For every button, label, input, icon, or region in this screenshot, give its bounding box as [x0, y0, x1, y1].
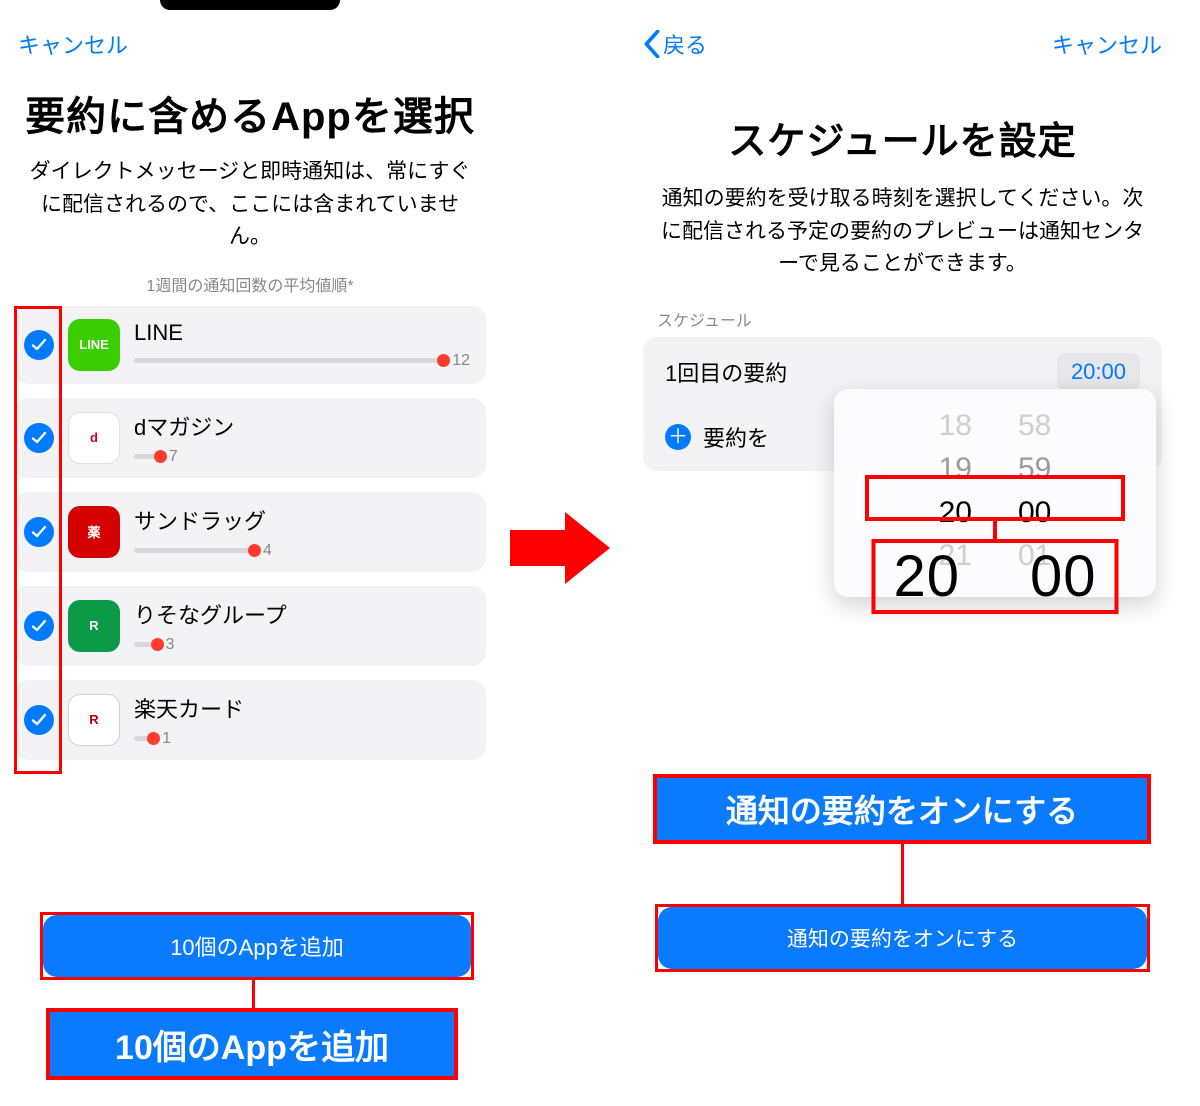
notification-count: 3: [166, 636, 175, 654]
picker-value: 18: [939, 407, 972, 445]
app-row[interactable]: R 楽天カード 1: [14, 680, 486, 760]
app-row[interactable]: 薬サンドラッグ 4: [14, 492, 486, 572]
check-icon: [31, 618, 47, 634]
bar-dot-icon: [151, 638, 164, 651]
enable-summary-button[interactable]: 通知の要約をオンにする: [658, 907, 1147, 969]
annotation-big-hour: 20: [893, 543, 960, 610]
annotation-big-time: 20 00: [871, 539, 1118, 614]
annotation-big-minute: 00: [1030, 543, 1097, 610]
notification-count: 4: [263, 542, 272, 560]
chevron-left-icon: [643, 30, 661, 58]
annotation-primary-button-box: 通知の要約をオンにする: [655, 904, 1150, 972]
bar-track: [134, 548, 255, 553]
sheet: キャンセル 要約に含めるAppを選択 ダイレクトメッセージと即時通知は、常にすぐ…: [0, 6, 500, 760]
annotation-connector: [993, 521, 997, 541]
schedule-time-pill[interactable]: 20:00: [1057, 353, 1140, 391]
app-name: りそなグループ: [134, 598, 470, 630]
navbar: キャンセル: [0, 16, 500, 68]
bar-dot-icon: [154, 450, 167, 463]
checkbox-checked[interactable]: [24, 423, 54, 453]
sort-label: 1週間の通知回数の平均値順*: [0, 264, 500, 306]
app-meta: 楽天カード 1: [134, 692, 470, 748]
notification-bar: 4: [134, 542, 470, 560]
annotation-big-callout-text: 通知の要約をオンにする: [726, 786, 1078, 832]
app-meta: dマガジン 7: [134, 410, 470, 466]
picker-value: 58: [1018, 407, 1051, 445]
back-label: 戻る: [663, 28, 707, 60]
checkbox-checked[interactable]: [24, 611, 54, 641]
app-meta: LINE 12: [134, 320, 470, 370]
section-label: スケジュール: [625, 307, 1180, 337]
schedule-row-label: 1回目の要約: [665, 356, 787, 388]
arrow-icon: [510, 508, 610, 588]
page-subtitle: ダイレクトメッセージと即時通知は、常にすぐに配信されるので、ここには含まれていま…: [0, 156, 500, 264]
add-summary-label: 要約を: [703, 421, 769, 453]
notification-bar: 1: [134, 730, 470, 748]
app-icon: LINE: [68, 319, 120, 371]
app-meta: サンドラッグ 4: [134, 504, 470, 560]
cancel-button[interactable]: キャンセル: [1052, 28, 1162, 60]
cancel-button[interactable]: キャンセル: [18, 28, 128, 60]
schedule-card: 1回目の要約 20:00 ＋ 要約を 18 19 20 21 58: [643, 337, 1162, 471]
add-apps-button[interactable]: 10個のAppを追加: [43, 915, 471, 977]
app-name: dマガジン: [134, 410, 470, 442]
time-picker[interactable]: 18 19 20 21 58 59 00 01 20: [834, 389, 1156, 597]
annotation-big-callout: 10個のAppを追加: [46, 1008, 458, 1080]
notification-bar: 3: [134, 636, 470, 654]
bar-dot-icon: [147, 732, 160, 745]
app-row[interactable]: ddマガジン 7: [14, 398, 486, 478]
screen-set-schedule: 戻る キャンセル スケジュールを設定 通知の要約を受け取る時刻を選択してください…: [625, 0, 1180, 1106]
app-icon: R: [68, 600, 120, 652]
notification-count: 1: [162, 730, 171, 748]
bar-dot-icon: [248, 544, 261, 557]
screen-select-apps: キャンセル 要約に含めるAppを選択 ダイレクトメッセージと即時通知は、常にすぐ…: [0, 0, 500, 1106]
annotation-connector: [901, 844, 904, 904]
app-row[interactable]: LINE LINE 12: [14, 306, 486, 384]
check-icon: [31, 337, 47, 353]
check-icon: [31, 524, 47, 540]
notch: [160, 0, 340, 10]
annotation-big-callout-text: 10個のAppを追加: [115, 1020, 389, 1069]
app-list: LINE LINE 12 ddマガジン 7 薬サンドラッグ 4 R りそなグループ 3 R 楽天カード…: [0, 306, 500, 760]
back-button[interactable]: 戻る: [643, 28, 707, 60]
page-title: スケジュールを設定: [625, 68, 1180, 183]
notification-bar: 12: [134, 352, 470, 370]
annotation-connector: [252, 978, 255, 1008]
bar-track: [134, 642, 158, 647]
bar-track: [134, 454, 161, 459]
check-icon: [31, 430, 47, 446]
bar-dot-icon: [437, 354, 450, 367]
checkbox-checked[interactable]: [24, 517, 54, 547]
app-icon: 薬: [68, 506, 120, 558]
app-icon: d: [68, 412, 120, 464]
annotation-big-callout: 通知の要約をオンにする: [653, 774, 1151, 844]
checkbox-checked[interactable]: [24, 330, 54, 360]
notification-count: 12: [452, 352, 470, 370]
plus-icon: ＋: [665, 424, 691, 450]
sheet: 戻る キャンセル スケジュールを設定 通知の要約を受け取る時刻を選択してください…: [625, 6, 1180, 471]
app-icon: R: [68, 694, 120, 746]
app-row[interactable]: R りそなグループ 3: [14, 586, 486, 666]
app-name: サンドラッグ: [134, 504, 470, 536]
navbar: 戻る キャンセル: [625, 16, 1180, 68]
app-meta: りそなグループ 3: [134, 598, 470, 654]
annotation-picker-selection-box: [865, 475, 1125, 521]
app-name: 楽天カード: [134, 692, 470, 724]
check-icon: [31, 712, 47, 728]
annotation-primary-button-box: 10個のAppを追加: [40, 912, 474, 980]
notification-bar: 7: [134, 448, 470, 466]
bar-track: [134, 358, 444, 363]
checkbox-checked[interactable]: [24, 705, 54, 735]
notification-count: 7: [169, 448, 178, 466]
page-subtitle: 通知の要約を受け取る時刻を選択してください。次に配信される予定の要約のプレビュー…: [625, 183, 1180, 307]
app-name: LINE: [134, 320, 470, 346]
bar-track: [134, 736, 154, 741]
page-title: 要約に含めるAppを選択: [0, 68, 500, 156]
